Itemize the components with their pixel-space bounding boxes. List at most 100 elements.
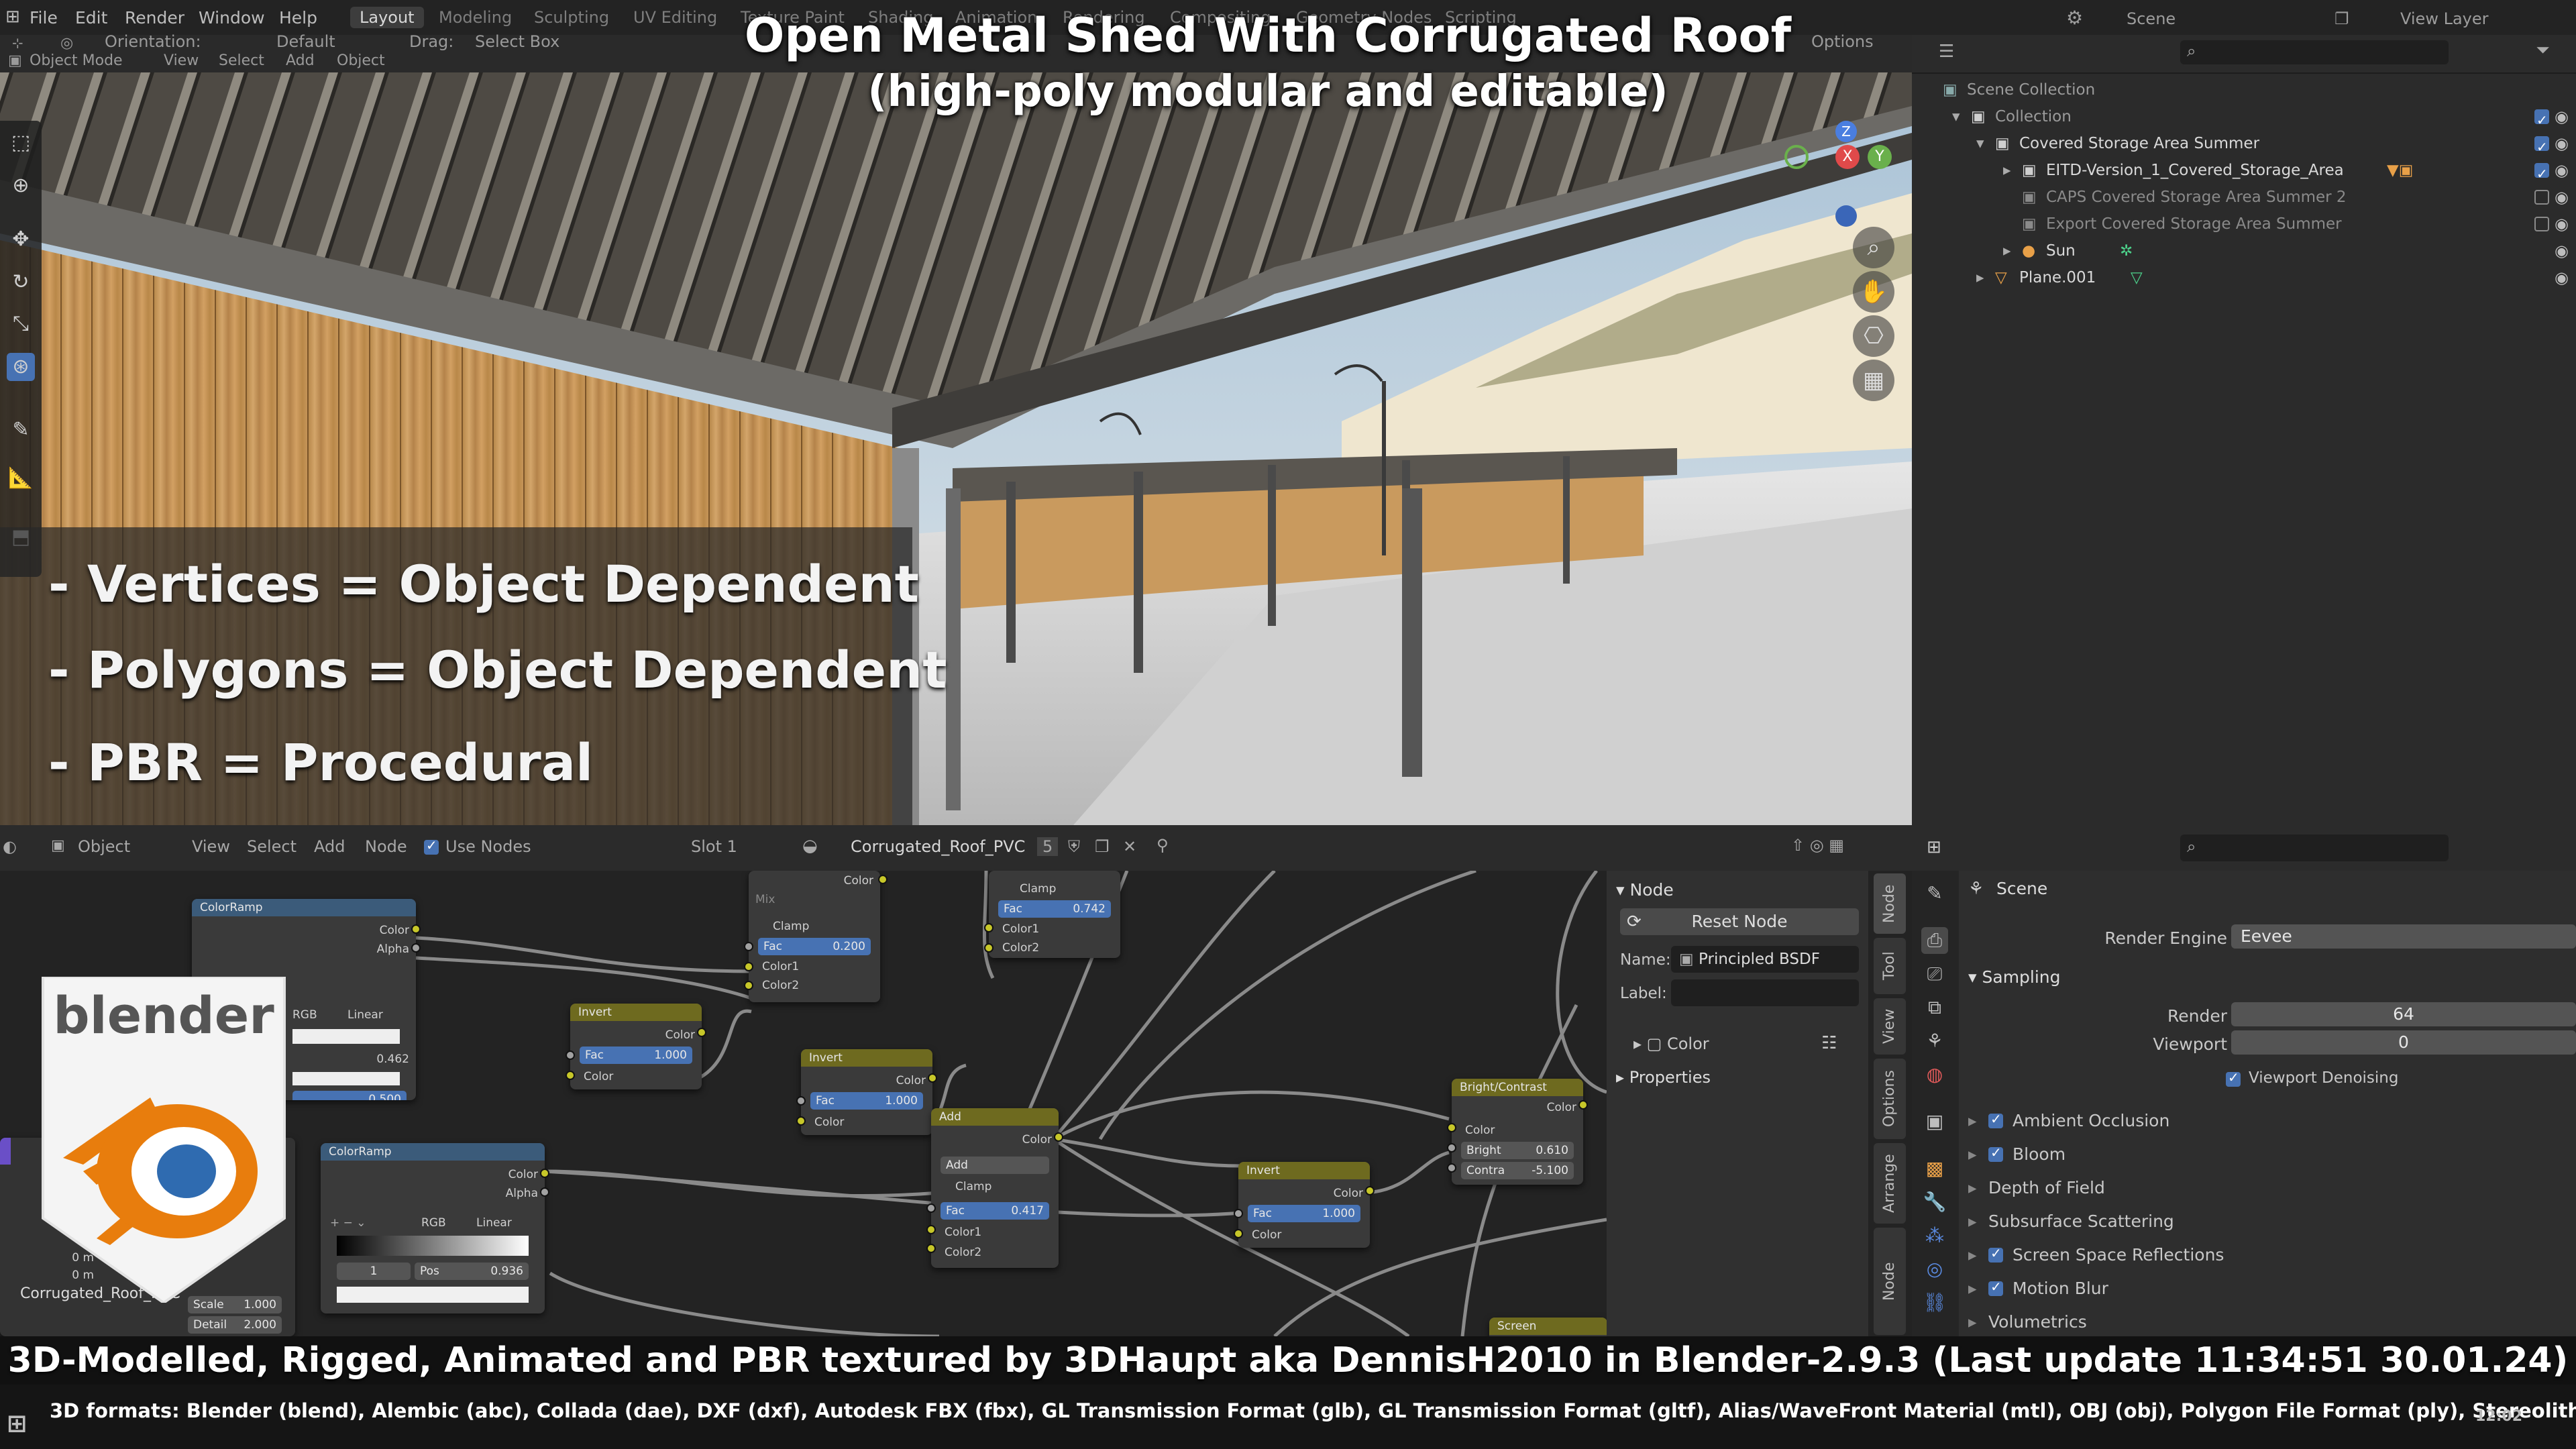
visibility-eye-icon[interactable]: ◉ xyxy=(2555,237,2569,264)
constraints-tab-icon[interactable]: ⛓ xyxy=(1921,1289,1948,1316)
expand-arrow-icon[interactable]: ▸ xyxy=(1968,1279,1977,1298)
unlink-material-icon[interactable]: ✕ xyxy=(1123,837,1136,856)
expand-arrow-icon[interactable]: ▸ xyxy=(2003,237,2011,264)
output-tab-icon[interactable]: ⎚ xyxy=(1921,961,1948,987)
object-tab-icon[interactable]: ▩ xyxy=(1921,1155,1948,1182)
tab-tool[interactable]: Tool xyxy=(1874,938,1906,994)
duplicate-material-icon[interactable]: ❐ xyxy=(1095,837,1110,856)
fac-field[interactable]: Fac 0.417 xyxy=(941,1202,1049,1220)
windows-start-icon[interactable]: ⊞ xyxy=(7,1398,27,1449)
overlay-toggle-icon[interactable]: ⇧ ◎ ▦ xyxy=(1791,836,1844,855)
input-socket[interactable] xyxy=(1234,1209,1243,1218)
input-socket[interactable] xyxy=(744,942,753,951)
menu-view[interactable]: View xyxy=(192,837,230,856)
node-invert-2[interactable]: Invert Color Fac 1.000 Color xyxy=(801,1049,932,1135)
output-socket[interactable] xyxy=(928,1073,937,1083)
visibility-eye-icon[interactable]: ◉ xyxy=(2555,103,2569,130)
zoom-icon[interactable]: ⌕ xyxy=(1853,227,1894,268)
node-name-field[interactable]: ▣ Principled BSDF xyxy=(1671,946,1859,973)
node-invert-3[interactable]: Invert Color Fac 1.000 Color xyxy=(1238,1162,1370,1248)
input-socket[interactable] xyxy=(926,1225,936,1234)
node-mix-2[interactable]: Clamp Fac 0.742 Color1 Color2 xyxy=(989,871,1120,958)
node-add[interactable]: Add Color Add Clamp Fac 0.417 Color1 Colo… xyxy=(931,1108,1059,1268)
sampling-section[interactable]: ▾ Sampling xyxy=(1968,967,2061,987)
camera-view-icon[interactable]: ⎔ xyxy=(1853,315,1894,357)
z-axis-icon[interactable]: Z xyxy=(1835,121,1857,142)
bloom-label[interactable]: Bloom xyxy=(2012,1144,2065,1164)
output-socket[interactable] xyxy=(697,1028,706,1037)
shader-type-dropdown[interactable]: Object xyxy=(78,837,130,856)
input-socket[interactable] xyxy=(566,1051,575,1060)
output-socket[interactable] xyxy=(878,875,888,884)
input-socket[interactable] xyxy=(1447,1163,1456,1173)
filter-icon[interactable]: ⏷ xyxy=(2536,40,2550,61)
blend-mode-dropdown[interactable]: Add xyxy=(941,1157,1049,1174)
color-swatch[interactable] xyxy=(337,1287,529,1303)
slot-dropdown[interactable]: Slot 1 xyxy=(691,837,737,856)
outliner-row-scene-collection[interactable]: ▣ Scene Collection xyxy=(1912,76,2576,103)
output-socket[interactable] xyxy=(1054,1132,1063,1142)
node-label-field[interactable] xyxy=(1671,979,1859,1006)
tab-node-wrangler[interactable]: Node Wrangler xyxy=(1874,1228,1906,1335)
fake-user-icon[interactable]: ⛨ xyxy=(1068,837,1080,856)
interpolation-dropdown[interactable]: Linear xyxy=(476,1214,538,1232)
move-tool-icon[interactable]: ✥ xyxy=(7,225,35,254)
render-samples-field[interactable]: 64 xyxy=(2231,1002,2576,1026)
properties-subpanel[interactable]: ▸ Properties xyxy=(1616,1068,1711,1087)
properties-search-input[interactable]: ⌕ xyxy=(2180,835,2449,861)
node-invert-1[interactable]: Invert Color Fac 1.000 Color xyxy=(570,1004,702,1089)
input-socket[interactable] xyxy=(796,1116,806,1126)
input-socket[interactable] xyxy=(744,981,753,990)
y-axis-icon[interactable] xyxy=(1784,145,1809,169)
visibility-eye-icon[interactable]: ◉ xyxy=(2555,184,2569,211)
input-socket[interactable] xyxy=(926,1203,936,1213)
fac-field[interactable]: Fac 0.742 xyxy=(998,900,1111,918)
expand-arrow-icon[interactable]: ▸ xyxy=(1968,1312,1977,1332)
exclude-checkbox[interactable] xyxy=(2534,217,2549,231)
subsurface-scattering-label[interactable]: Subsurface Scattering xyxy=(1988,1212,2174,1231)
outliner-row-plane[interactable]: ▸ ▽ Plane.001 ▽ ◉ xyxy=(1912,264,2576,291)
output-socket[interactable] xyxy=(540,1187,549,1197)
ssr-label[interactable]: Screen Space Reflections xyxy=(2012,1245,2224,1265)
reset-node-button[interactable]: ⟳ Reset Node xyxy=(1620,908,1859,935)
clamp-checkbox-label[interactable]: Clamp xyxy=(1020,880,1114,898)
transform-tool-icon[interactable]: ⊛ xyxy=(7,353,35,381)
output-socket[interactable] xyxy=(411,924,421,934)
rotate-tool-icon[interactable]: ↻ xyxy=(7,268,35,297)
expand-arrow-icon[interactable]: ▸ xyxy=(1968,1144,1977,1164)
input-socket[interactable] xyxy=(796,1096,806,1106)
ambient-occlusion-checkbox[interactable] xyxy=(1988,1111,2003,1128)
outliner-row-collection[interactable]: ▾ ▣ Collection ◉ xyxy=(1912,103,2576,133)
pan-hand-icon[interactable]: ✋ xyxy=(1853,271,1894,313)
exclude-checkbox[interactable] xyxy=(2534,190,2549,205)
tab-node[interactable]: Node xyxy=(1874,873,1906,934)
render-engine-dropdown[interactable]: Eevee xyxy=(2231,924,2576,949)
gradient-bar[interactable] xyxy=(292,1029,400,1044)
expand-arrow-icon[interactable]: ▸ xyxy=(2003,157,2011,184)
measure-tool-icon[interactable]: 📐 xyxy=(7,464,35,492)
expand-arrow-icon[interactable]: ▸ xyxy=(1968,1245,1977,1265)
particles-tab-icon[interactable]: ⁂ xyxy=(1921,1222,1948,1249)
input-socket[interactable] xyxy=(1234,1229,1243,1238)
exclude-checkbox[interactable] xyxy=(2534,107,2549,133)
editor-type-icon[interactable]: ⊞ xyxy=(1927,837,1941,857)
input-socket[interactable] xyxy=(744,962,753,971)
tab-view[interactable]: View xyxy=(1874,998,1906,1055)
menu-node[interactable]: Node xyxy=(365,837,407,856)
cursor-tool-icon[interactable]: ⊕ xyxy=(7,172,35,200)
pin-icon[interactable]: ⚲ xyxy=(1157,836,1169,855)
input-socket[interactable] xyxy=(984,943,994,953)
bright-field[interactable]: Bright 0.610 xyxy=(1461,1142,1574,1159)
fac-field[interactable]: Fac 1.000 xyxy=(810,1092,923,1110)
color-subpanel[interactable]: ▸ ▢ Color xyxy=(1633,1034,1709,1053)
bloom-checkbox[interactable] xyxy=(1988,1144,2003,1162)
expand-arrow-icon[interactable]: ▸ xyxy=(1968,1111,1977,1130)
scene-tab-icon[interactable]: ⚘ xyxy=(1921,1028,1948,1055)
input-socket[interactable] xyxy=(1447,1143,1456,1152)
material-name-field[interactable]: Corrugated_Roof_PVC xyxy=(851,837,1025,856)
clamp-checkbox-label[interactable]: Clamp xyxy=(773,918,873,935)
color-swatch[interactable] xyxy=(292,1072,400,1085)
expand-arrow-icon[interactable]: ▾ xyxy=(1976,130,1984,157)
node-bright-contrast[interactable]: Bright/Contrast Color Color Bright 0.610 … xyxy=(1452,1079,1583,1185)
node-screen[interactable]: Screen xyxy=(1489,1318,1607,1336)
